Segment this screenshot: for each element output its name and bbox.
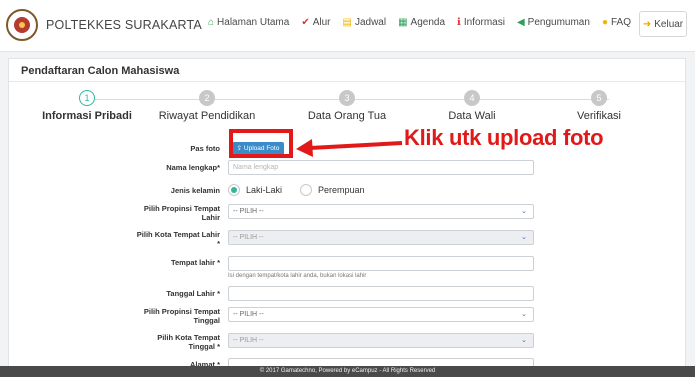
gender-option-laki[interactable]: Laki-Laki xyxy=(228,184,282,196)
propinsi-tinggal-label: Pilih Propinsi Tempat Tinggal xyxy=(143,307,220,325)
annotation-text: Klik utk upload foto xyxy=(404,125,604,150)
radio-laki-icon[interactable] xyxy=(228,184,240,196)
nav-item-faq[interactable]: ● FAQ xyxy=(602,17,631,28)
nav-item-agenda[interactable]: ▦ Agenda xyxy=(398,17,445,28)
gender-radio-group: Laki-Laki Perempuan xyxy=(228,184,383,196)
step-label: Data Wali xyxy=(448,110,496,122)
question-icon: ● xyxy=(601,16,608,28)
nav-item-alur[interactable]: ✔ Alur xyxy=(301,17,330,28)
step-number: 4 xyxy=(464,90,480,106)
nav-item-halaman-utama[interactable]: ⌂ Halaman Utama xyxy=(208,17,289,28)
step-number: 3 xyxy=(339,90,355,106)
logout-icon: ➜ xyxy=(642,18,652,30)
panel-title: Pendaftaran Calon Mahasiswa xyxy=(21,65,180,77)
nav-item-label: Informasi xyxy=(463,17,505,28)
wizard-step-4[interactable]: 4 Data Wali xyxy=(412,90,532,122)
footer: © 2017 Gamatechno, Powered by eCampuz - … xyxy=(0,366,695,377)
logout-button[interactable]: ➜ Keluar xyxy=(639,11,687,37)
wizard-step-5[interactable]: 5 Verifikasi xyxy=(539,90,659,122)
top-navbar: POLTEKKES SURAKARTA ⌂ Halaman Utama ✔ Alur ▤… xyxy=(0,0,695,52)
step-label: Data Orang Tua xyxy=(307,110,387,122)
nav-item-label: Halaman Utama xyxy=(217,17,290,28)
propinsi-lahir-value: -- PILIH -- xyxy=(233,208,264,215)
nama-input[interactable]: Nama lengkap xyxy=(228,160,534,175)
chevron-down-icon: ⌄ xyxy=(521,234,527,241)
home-icon: ⌂ xyxy=(208,16,215,28)
nav-item-label: Jadwal xyxy=(354,17,387,28)
jenis-kelamin-label: Jenis kelamin xyxy=(170,186,220,195)
propinsi-tinggal-select[interactable]: -- PILIH -- ⌄ xyxy=(228,307,534,322)
megaphone-icon: ◀ xyxy=(516,16,525,28)
main-nav: ⌂ Halaman Utama ✔ Alur ▤ Jadwal ▦ Agenda ℹ Inform… xyxy=(208,17,689,28)
pas-foto-label: Pas foto xyxy=(190,144,220,153)
nav-item-informasi[interactable]: ℹ Informasi xyxy=(457,17,505,28)
tanggal-lahir-input[interactable] xyxy=(228,286,534,301)
step-label: Verifikasi xyxy=(576,110,622,122)
step-number: 5 xyxy=(591,90,607,106)
nav-item-pengumuman[interactable]: ◀ Pengumuman xyxy=(517,17,590,28)
check-icon: ✔ xyxy=(301,16,310,28)
propinsi-tinggal-value: -- PILIH -- xyxy=(233,311,264,318)
chevron-down-icon: ⌄ xyxy=(521,208,527,215)
step-label: Riwayat Pendidikan xyxy=(158,110,256,122)
gender-laki-label: Laki-Laki xyxy=(246,185,283,195)
highlight-box xyxy=(229,129,293,158)
kota-tinggal-select[interactable]: -- PILIH -- ⌄ xyxy=(228,333,534,348)
step-number: 2 xyxy=(199,90,215,106)
step-number: 1 xyxy=(79,90,95,106)
annotation-arrow-icon xyxy=(296,139,403,157)
kota-tinggal-label: Pilih Kota Tempat Tinggal * xyxy=(157,333,220,351)
wizard-step-2[interactable]: 2 Riwayat Pendidikan xyxy=(147,90,267,122)
propinsi-lahir-label: Pilih Propinsi Tempat Lahir xyxy=(143,204,220,222)
nama-label: Nama lengkap* xyxy=(166,163,220,172)
calendar-icon: ▤ xyxy=(342,16,352,28)
panel-divider xyxy=(9,81,685,82)
tempat-lahir-label: Tempat lahir * xyxy=(170,258,220,267)
kota-lahir-value: -- PILIH -- xyxy=(233,234,264,241)
tanggal-lahir-label: Tanggal Lahir * xyxy=(166,289,220,298)
kota-lahir-select[interactable]: -- PILIH -- ⌄ xyxy=(228,230,534,245)
kota-lahir-label: Pilih Kota Tempat Lahir * xyxy=(136,230,220,248)
brand-name: POLTEKKES SURAKARTA xyxy=(46,18,202,32)
agenda-icon: ▦ xyxy=(398,16,408,28)
nav-item-jadwal[interactable]: ▤ Jadwal xyxy=(343,17,387,28)
chevron-down-icon: ⌄ xyxy=(521,311,527,318)
brand[interactable]: POLTEKKES SURAKARTA xyxy=(6,9,202,41)
chevron-down-icon: ⌄ xyxy=(521,337,527,344)
radio-perempuan-icon[interactable] xyxy=(300,184,313,196)
info-icon: ℹ xyxy=(457,16,461,28)
crest-logo xyxy=(6,9,38,41)
step-label: Informasi Pribadi xyxy=(42,110,132,122)
tempat-lahir-help: Isi dengan tempat/kota lahir anda, bukan… xyxy=(228,273,367,279)
wizard-step-3[interactable]: 3 Data Orang Tua xyxy=(287,90,407,122)
tempat-lahir-input[interactable] xyxy=(228,256,534,271)
gender-option-perempuan[interactable]: Perempuan xyxy=(300,184,365,196)
kota-tinggal-value: -- PILIH -- xyxy=(233,337,264,344)
nav-item-label: Pengumuman xyxy=(527,17,590,28)
nav-item-label: FAQ xyxy=(610,17,631,28)
propinsi-lahir-select[interactable]: -- PILIH -- ⌄ xyxy=(228,204,534,219)
logout-label: Keluar xyxy=(654,18,684,30)
nav-item-label: Alur xyxy=(312,17,331,28)
wizard-step-1[interactable]: 1 Informasi Pribadi xyxy=(27,90,147,122)
gender-perempuan-label: Perempuan xyxy=(318,185,365,195)
nav-item-label: Agenda xyxy=(410,17,446,28)
